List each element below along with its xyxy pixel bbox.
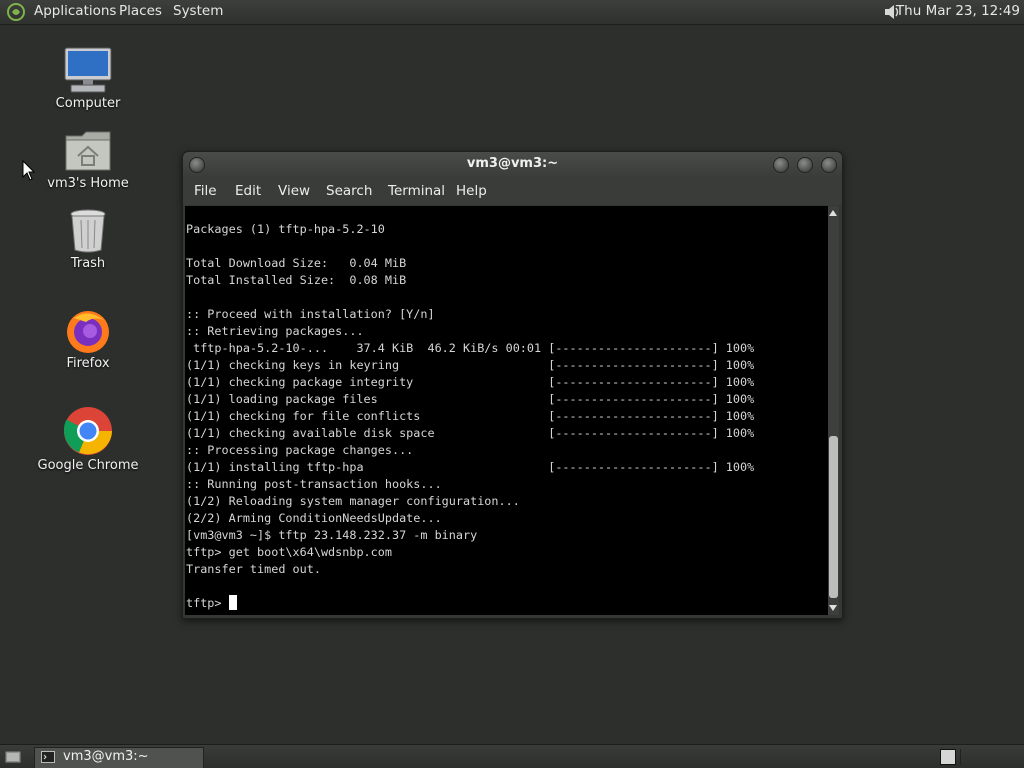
menu-view[interactable]: View	[278, 183, 310, 199]
window-titlebar[interactable]: vm3@vm3:~	[183, 152, 842, 178]
terminal-line: Total Installed Size: 0.08 MiB	[186, 273, 407, 287]
minimize-button[interactable]	[773, 157, 789, 173]
terminal-line: Transfer timed out.	[186, 562, 321, 576]
desktop-icon-computer[interactable]: Computer	[28, 46, 148, 111]
home-folder-icon	[65, 131, 111, 171]
terminal-line: (1/1) checking for file conflicts [-----…	[186, 409, 755, 423]
trash-icon	[70, 209, 106, 253]
taskbar-window-label: vm3@vm3:~	[63, 749, 149, 764]
desktop-icon-chrome[interactable]: Google Chrome	[28, 406, 148, 473]
desktop-icon-label: Google Chrome	[37, 458, 139, 473]
terminal-menubar: File Edit View Search Terminal Help	[183, 178, 842, 205]
terminal-line: :: Proceed with installation? [Y/n]	[186, 307, 435, 321]
window-title: vm3@vm3:~	[466, 156, 559, 171]
terminal-line: Total Download Size: 0.04 MiB	[186, 256, 407, 270]
terminal-line: tftp> get boot\x64\wdsnbp.com	[186, 545, 392, 559]
desktop-icon-trash[interactable]: Trash	[28, 208, 148, 271]
workspace-switcher-1[interactable]	[940, 749, 956, 765]
desktop-icon-label: vm3's Home	[47, 176, 129, 191]
terminal-line: (1/2) Reloading system manager configura…	[186, 494, 520, 508]
desktop-icon-label: Trash	[70, 256, 106, 271]
terminal-line: Packages (1) tftp-hpa-5.2-10	[186, 222, 385, 236]
terminal-line: (1/1) installing tftp-hpa [-------------…	[186, 460, 755, 474]
terminal-line: (1/1) checking package integrity [------…	[186, 375, 755, 389]
workspace-switcher-2[interactable]	[960, 749, 1021, 765]
firefox-icon	[67, 311, 109, 353]
mouse-pointer-icon	[22, 160, 36, 181]
terminal-scrollbar[interactable]	[828, 206, 839, 615]
text-cursor	[228, 595, 237, 610]
terminal-output[interactable]: Packages (1) tftp-hpa-5.2-10 Total Downl…	[185, 206, 828, 615]
scroll-up-arrow-icon[interactable]	[829, 210, 837, 216]
scroll-down-arrow-icon[interactable]	[829, 605, 837, 611]
terminal-line: (1/1) loading package files [-----------…	[186, 392, 755, 406]
taskbar-window-terminal[interactable]: vm3@vm3:~	[34, 747, 204, 768]
menu-help[interactable]: Help	[456, 183, 487, 199]
terminal-prompt: tftp>	[186, 596, 229, 610]
close-button[interactable]	[821, 157, 837, 173]
terminal-line: (1/1) checking keys in keyring [--------…	[186, 358, 755, 372]
terminal-window[interactable]: vm3@vm3:~ File Edit View Search Terminal…	[182, 151, 843, 619]
applications-menu[interactable]: Applications	[34, 3, 116, 19]
system-menu[interactable]: System	[173, 3, 223, 19]
desktop-icon-label: Computer	[55, 96, 121, 111]
distro-logo-icon[interactable]	[6, 2, 26, 22]
scrollbar-thumb[interactable]	[829, 436, 838, 598]
places-menu[interactable]: Places	[119, 3, 162, 19]
menu-edit[interactable]: Edit	[235, 183, 261, 199]
terminal-line: :: Retrieving packages...	[186, 324, 364, 338]
computer-icon	[64, 47, 112, 93]
maximize-button[interactable]	[797, 157, 813, 173]
terminal-line: :: Processing package changes...	[186, 443, 414, 457]
chrome-icon	[63, 407, 112, 455]
terminal-line: :: Running post-transaction hooks...	[186, 477, 442, 491]
menu-file[interactable]: File	[194, 183, 217, 199]
terminal-text: Packages (1) tftp-hpa-5.2-10 Total Downl…	[185, 221, 754, 612]
menu-terminal[interactable]: Terminal	[388, 183, 445, 199]
desktop-icon-label: Firefox	[66, 356, 110, 371]
top-panel: Applications Places System Thu Mar 23, 1…	[0, 0, 1024, 25]
clock[interactable]: Thu Mar 23, 12:49	[896, 3, 1020, 19]
bottom-panel: vm3@vm3:~	[0, 744, 1024, 768]
terminal-line: (2/2) Arming ConditionNeedsUpdate...	[186, 511, 442, 525]
terminal-line: [vm3@vm3 ~]$ tftp 23.148.232.37 -m binar…	[186, 528, 478, 542]
menu-search[interactable]: Search	[326, 183, 372, 199]
terminal-line: (1/1) checking available disk space [---…	[186, 426, 755, 440]
terminal-icon	[41, 751, 55, 763]
desktop-icon-home[interactable]: vm3's Home	[28, 128, 148, 191]
desktop-icon-firefox[interactable]: Firefox	[28, 306, 148, 371]
show-desktop-icon[interactable]	[4, 749, 22, 765]
terminal-line: tftp-hpa-5.2-10-... 37.4 KiB 46.2 KiB/s …	[186, 341, 755, 355]
